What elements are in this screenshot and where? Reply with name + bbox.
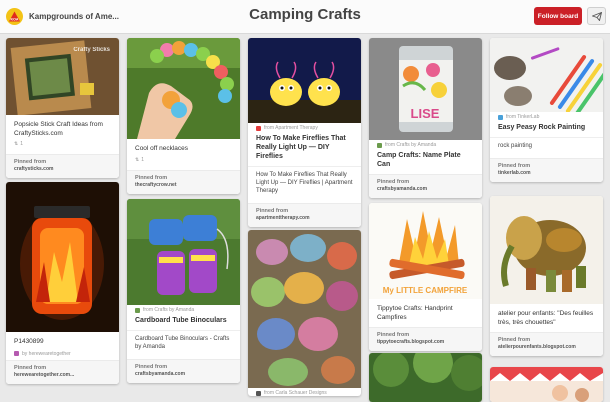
pin-description: Tippytoe Crafts: Handprint Campfires bbox=[377, 305, 453, 321]
pin-card-leaf-elephant[interactable]: atelier pour enfants: "Des feuilles très… bbox=[490, 196, 603, 356]
pin-card-lantern[interactable]: P1430899 by herewearetogether Pinned fro… bbox=[6, 182, 119, 384]
pinned-from-link[interactable]: tippytoecrafts.blogspot.com bbox=[377, 339, 474, 345]
pin-body: Cardboard Tube Binoculars - Crafts by Am… bbox=[127, 330, 240, 356]
pin-image[interactable] bbox=[248, 38, 361, 123]
pin-image[interactable] bbox=[127, 199, 240, 305]
owner-name[interactable]: Kampgrounds of Ame... bbox=[29, 12, 119, 21]
repin-count: ⇅ 1 bbox=[14, 141, 23, 147]
pinned-from: Pinned from thecraftycrow.net bbox=[127, 169, 240, 194]
pinned-from: Pinned from tinkerlab.com bbox=[490, 158, 603, 182]
pin-card-necklace[interactable]: Cool off necklaces ⇅ 1 Pinned from thecra… bbox=[127, 38, 240, 194]
pinned-from: Pinned from craftsbyamanda.com bbox=[369, 174, 482, 198]
svg-text:KOA: KOA bbox=[11, 18, 19, 22]
send-button[interactable] bbox=[587, 7, 606, 25]
pin-card-fireflies[interactable]: from Apartment Therapy How To Make Firef… bbox=[248, 38, 361, 227]
pinned-from-link[interactable]: atelierpourenfants.blogspot.com bbox=[498, 344, 595, 350]
koa-logo-avatar: KOA bbox=[6, 8, 23, 25]
pin-card-party[interactable] bbox=[490, 367, 603, 402]
pin-body: rock painting bbox=[490, 137, 603, 155]
pin-card-handprint-campfire[interactable]: My LITTLE CAMPFIRE Tippytoe Crafts: Hand… bbox=[369, 203, 482, 351]
source-icon bbox=[14, 351, 19, 356]
pinned-from: Pinned from atelierpourenfants.blogspot.… bbox=[490, 332, 603, 356]
pin-source: from TinkerLab bbox=[490, 112, 603, 120]
pin-source: from Crafts by Amanda bbox=[369, 140, 482, 148]
pin-image[interactable] bbox=[369, 353, 482, 402]
pin-card-name-can[interactable]: LISE from Crafts by Amanda Camp Crafts: … bbox=[369, 38, 482, 198]
source-icon bbox=[256, 125, 261, 131]
pin-image[interactable] bbox=[490, 196, 603, 304]
can-name-text: LISE bbox=[411, 106, 440, 121]
source-icon bbox=[498, 114, 503, 120]
pinned-from: Pinned from herewearetogether.com... bbox=[6, 359, 119, 384]
pin-body: How To Make Fireflies That Really Light … bbox=[248, 166, 361, 200]
pin-source: from Apartment Therapy bbox=[248, 123, 361, 131]
pinned-from-link[interactable]: thecraftycrow.net bbox=[135, 182, 232, 188]
pinned-from-link[interactable]: craftsbyamanda.com bbox=[377, 186, 474, 192]
pin-image[interactable] bbox=[248, 230, 361, 388]
frame-watermark: Crafty Sticks bbox=[73, 47, 110, 53]
pin-card-tree[interactable] bbox=[369, 353, 482, 402]
pin-card-popsicle-frame[interactable]: Crafty Sticks Popsicle Stick Craft Ideas… bbox=[6, 38, 119, 178]
pin-image[interactable]: Crafty Sticks bbox=[6, 38, 119, 115]
pin-card-painted-rocks[interactable]: from Carla Schauer Designs bbox=[248, 230, 361, 396]
pin-source: from Carla Schauer Designs bbox=[248, 388, 361, 396]
pin-title[interactable]: Cardboard Tube Binoculars bbox=[127, 313, 240, 327]
send-icon bbox=[591, 11, 602, 21]
pin-card-rock-painting[interactable]: from TinkerLab Easy Peasy Rock Painting … bbox=[490, 38, 603, 182]
pinned-from-link[interactable]: tinkerlab.com bbox=[498, 170, 595, 176]
pinned-from: Pinned from craftsbyamanda.com bbox=[127, 359, 240, 383]
pin-source: by herewearetogether bbox=[6, 349, 119, 357]
pin-source: from Crafts by Amanda bbox=[127, 305, 240, 313]
pinned-from-link[interactable]: apartmenttherapy.com bbox=[256, 215, 353, 221]
pinned-from: Pinned from apartmenttherapy.com bbox=[248, 203, 361, 227]
repin-icon: ⇅ bbox=[14, 141, 19, 147]
pin-description: P1430899 bbox=[14, 338, 44, 345]
repin-icon: ⇅ bbox=[135, 156, 140, 163]
pin-description: Cool off necklaces bbox=[135, 145, 188, 152]
pin-image[interactable] bbox=[6, 182, 119, 332]
pin-image[interactable] bbox=[127, 38, 240, 139]
pin-image[interactable]: LISE bbox=[369, 38, 482, 140]
pin-title[interactable]: Camp Crafts: Name Plate Can bbox=[369, 148, 482, 171]
pin-title[interactable]: Easy Peasy Rock Painting bbox=[490, 120, 603, 134]
board-header: KOA Kampgrounds of Ame... Camping Crafts… bbox=[0, 0, 610, 34]
pin-title[interactable]: How To Make Fireflies That Really Light … bbox=[248, 131, 361, 163]
pin-image[interactable]: My LITTLE CAMPFIRE bbox=[369, 203, 482, 299]
pin-card-binoculars[interactable]: from Crafts by Amanda Cardboard Tube Bin… bbox=[127, 199, 240, 383]
campfire-caption: My LITTLE CAMPFIRE bbox=[383, 286, 468, 295]
pin-description: Popsicle Stick Craft Ideas from CraftySt… bbox=[14, 121, 103, 137]
source-icon bbox=[135, 307, 140, 313]
repin-count: ⇅ 1 bbox=[135, 156, 144, 163]
pin-image[interactable] bbox=[490, 38, 603, 112]
pin-description: atelier pour enfants: "Des feuilles très… bbox=[498, 310, 594, 326]
pinned-from: Pinned from craftysticks.com bbox=[6, 154, 119, 178]
source-icon bbox=[256, 390, 261, 396]
board-owner[interactable]: KOA Kampgrounds of Ame... bbox=[6, 8, 119, 25]
pin-image[interactable] bbox=[490, 367, 603, 402]
pinned-from-link[interactable]: herewearetogether.com... bbox=[14, 372, 111, 378]
pinned-from-link[interactable]: craftysticks.com bbox=[14, 166, 111, 172]
source-icon bbox=[377, 142, 382, 148]
follow-board-button[interactable]: Follow board bbox=[534, 7, 582, 25]
pinned-from-link[interactable]: craftsbyamanda.com bbox=[135, 371, 232, 377]
pinned-from: Pinned from tippytoecrafts.blogspot.com bbox=[369, 327, 482, 351]
